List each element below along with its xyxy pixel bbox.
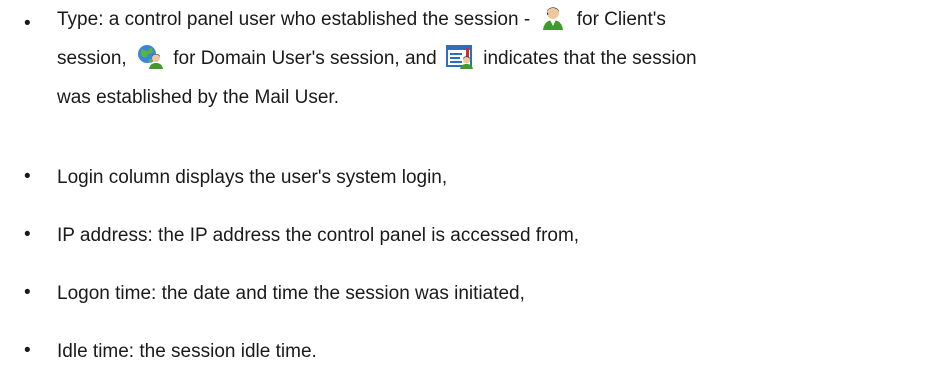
bullet: • <box>24 340 31 361</box>
domain-user-icon <box>136 42 164 70</box>
text-fragment: indicates that the session <box>477 48 697 69</box>
list-item-text: Logon time: the date and time the sessio… <box>57 274 927 313</box>
bullet: • <box>24 13 31 34</box>
client-user-icon <box>539 3 567 31</box>
list-item-text: Type: a control panel user who establish… <box>57 0 927 117</box>
bullet: • <box>24 224 31 245</box>
text-fragment: for Client's <box>571 9 666 30</box>
text-line: was established by the Mail User. <box>57 87 339 108</box>
text-line: IP address: the IP address the control p… <box>57 225 580 246</box>
text-line: Type: a control panel user who establish… <box>57 0 927 39</box>
mail-user-icon <box>445 42 474 70</box>
text-line: Idle time: the session idle time. <box>57 341 317 362</box>
list-item-text: IP address: the IP address the control p… <box>57 216 927 255</box>
text-line: Login column displays the user's system … <box>57 167 448 188</box>
bullet: • <box>24 282 31 303</box>
list-item-text: Idle time: the session idle time. <box>57 332 927 371</box>
list-item-text: Login column displays the user's system … <box>57 158 927 197</box>
bullet: • <box>24 166 31 187</box>
text-line: Logon time: the date and time the sessio… <box>57 283 525 304</box>
text-fragment: Type: a control panel user who establish… <box>57 9 536 30</box>
text-fragment: for Domain User's session, and <box>167 48 442 69</box>
text-line: session, for Domain User's session, and <box>57 39 927 78</box>
text-fragment: session, <box>57 48 132 69</box>
